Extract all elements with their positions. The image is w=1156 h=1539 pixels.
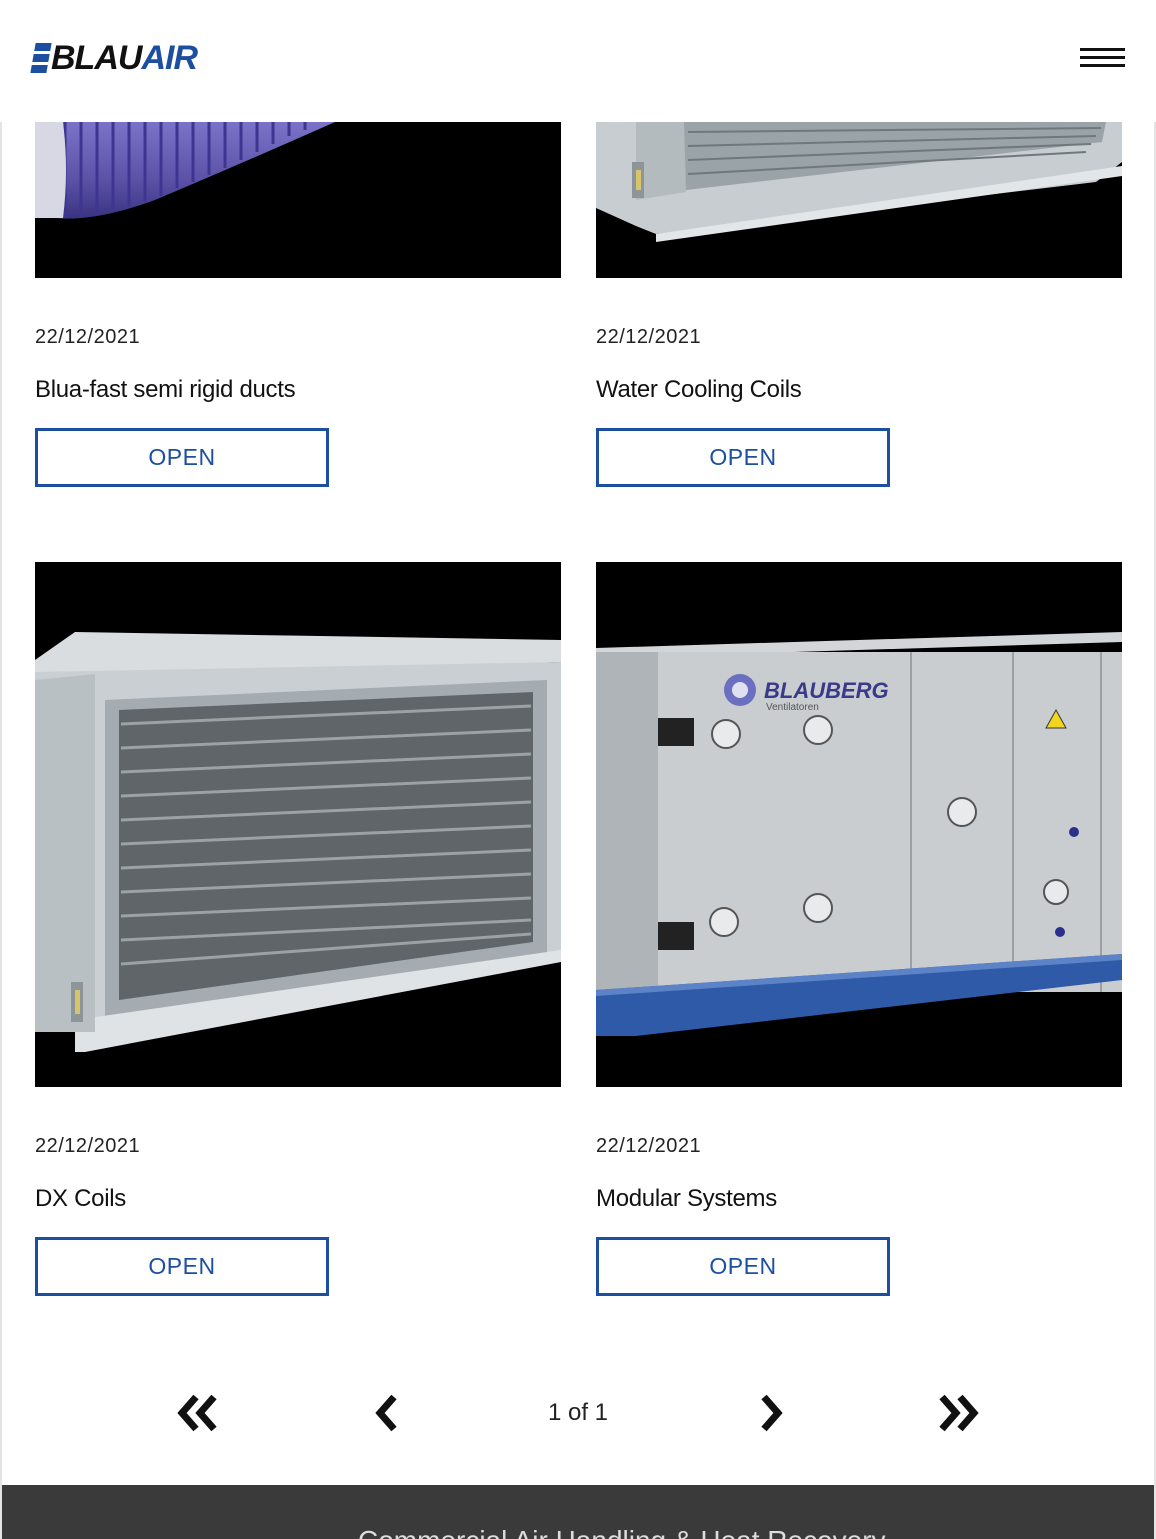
product-image-dx-coils[interactable] bbox=[35, 562, 561, 1087]
pagination: 1 of 1 bbox=[0, 1385, 1156, 1441]
open-button[interactable]: OPEN bbox=[596, 428, 890, 487]
hamburger-menu-icon[interactable] bbox=[1080, 46, 1125, 70]
card-date: 22/12/2021 bbox=[596, 326, 702, 348]
chevron-left-icon[interactable] bbox=[364, 1391, 414, 1435]
product-image-water-cooling-coils[interactable] bbox=[596, 122, 1122, 278]
open-button[interactable]: OPEN bbox=[596, 1237, 890, 1296]
card-date: 22/12/2021 bbox=[35, 326, 141, 348]
open-button[interactable]: OPEN bbox=[35, 1237, 329, 1296]
unit-sub-text: Ventilatoren bbox=[766, 702, 819, 713]
logo-wordmark: BLAUAIR bbox=[51, 39, 198, 77]
card-title[interactable]: Water Cooling Coils bbox=[596, 376, 802, 404]
brand-logo[interactable]: BLAUAIR bbox=[30, 39, 198, 77]
card-title[interactable]: Modular Systems bbox=[596, 1185, 777, 1213]
double-chevron-left-icon[interactable] bbox=[172, 1391, 222, 1435]
card-date: 22/12/2021 bbox=[35, 1135, 141, 1157]
chevron-right-icon[interactable] bbox=[746, 1391, 796, 1435]
site-footer: Commercial Air Handling & Heat Recovery bbox=[2, 1485, 1154, 1539]
product-image-ducts[interactable] bbox=[35, 122, 561, 278]
card-title[interactable]: DX Coils bbox=[35, 1185, 126, 1213]
logo-text-blau: BLAU bbox=[51, 39, 142, 77]
logo-text-air: AIR bbox=[141, 39, 198, 77]
footer-text: Commercial Air Handling & Heat Recovery bbox=[358, 1525, 886, 1539]
double-chevron-right-icon[interactable] bbox=[934, 1391, 984, 1435]
product-image-modular-systems[interactable]: BLAUBERG Ventilatoren bbox=[596, 562, 1122, 1087]
page-indicator: 1 of 1 bbox=[547, 1399, 609, 1426]
site-header: BLAUAIR bbox=[0, 0, 1156, 122]
logo-mark-icon bbox=[30, 43, 52, 73]
card-date: 22/12/2021 bbox=[596, 1135, 702, 1157]
card-title[interactable]: Blua-fast semi rigid ducts bbox=[35, 376, 296, 404]
open-button[interactable]: OPEN bbox=[35, 428, 329, 487]
unit-brand-text: BLAUBERG bbox=[764, 678, 889, 703]
